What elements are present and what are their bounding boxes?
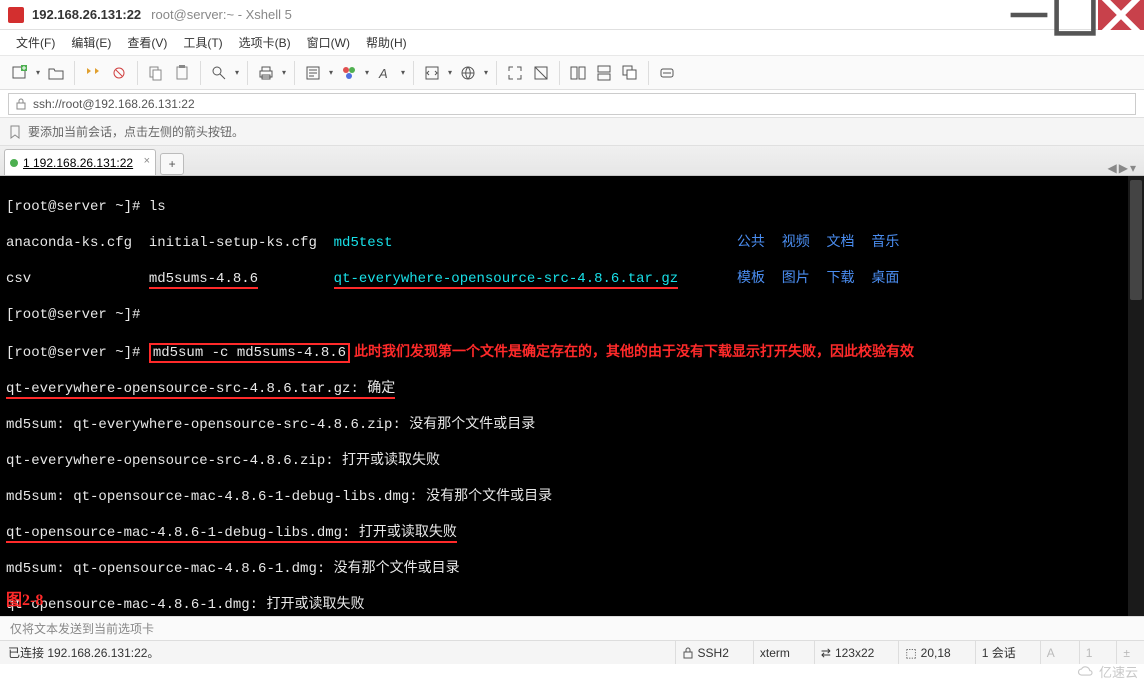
minimize-button[interactable] [1006, 0, 1052, 30]
open-icon[interactable] [44, 61, 68, 85]
status-size: ⇄ 123x22 [814, 641, 880, 664]
title-bar: 192.168.26.131:22 root@server:~ - Xshell… [0, 0, 1144, 30]
script-dropdown[interactable]: ▾ [446, 68, 454, 77]
menu-tabs[interactable]: 选项卡(B) [231, 30, 299, 55]
cascade-icon[interactable] [618, 61, 642, 85]
tab-label: 1 192.168.26.131:22 [23, 156, 133, 170]
lock-icon [15, 98, 27, 110]
scrollbar-vertical[interactable] [1128, 176, 1144, 616]
search-icon[interactable] [207, 61, 231, 85]
address-input[interactable]: ssh://root@192.168.26.131:22 [8, 93, 1136, 115]
cloud-icon [1077, 666, 1095, 678]
print-icon[interactable] [254, 61, 278, 85]
title-ip: 192.168.26.131:22 [32, 7, 141, 22]
tab-add-button[interactable]: + [160, 153, 184, 175]
title-sub: root@server:~ - Xshell 5 [151, 7, 292, 22]
properties-icon[interactable] [301, 61, 325, 85]
tab-next-icon[interactable]: ▶ [1119, 161, 1128, 175]
search-dropdown[interactable]: ▾ [233, 68, 241, 77]
font-icon[interactable]: A [373, 61, 397, 85]
status-num: 1 [1079, 641, 1099, 664]
properties-dropdown[interactable]: ▾ [327, 68, 335, 77]
encoding-icon[interactable] [456, 61, 480, 85]
encoding-dropdown[interactable]: ▾ [482, 68, 490, 77]
watermark: 亿速云 [1077, 662, 1138, 681]
send-strip: 仅将文本发送到当前选项卡 [0, 616, 1144, 640]
menu-help[interactable]: 帮助(H) [358, 30, 415, 55]
tab-list-icon[interactable]: ▾ [1130, 161, 1136, 175]
bookmark-icon[interactable] [8, 125, 22, 139]
print-dropdown[interactable]: ▾ [280, 68, 288, 77]
hint-bar: 要添加当前会话，点击左侧的箭头按钮。 [0, 118, 1144, 146]
tab-strip: 1 192.168.26.131:22 × + ◀ ▶ ▾ [0, 146, 1144, 176]
tile-v-icon[interactable] [592, 61, 616, 85]
app-icon [8, 7, 24, 23]
copy-icon[interactable] [144, 61, 168, 85]
script-icon[interactable] [420, 61, 444, 85]
menu-edit[interactable]: 编辑(E) [63, 30, 119, 55]
address-bar: ssh://root@192.168.26.131:22 [0, 90, 1144, 118]
status-connection: 已连接 192.168.26.131:22。 [8, 644, 657, 661]
paste-icon[interactable] [170, 61, 194, 85]
toolbar: ▾ ▾ ▾ ▾ ▾ A ▾ ▾ ▾ [0, 56, 1144, 90]
tab-prev-icon[interactable]: ◀ [1108, 161, 1117, 175]
reconnect-icon[interactable] [81, 61, 105, 85]
status-term: xterm [753, 641, 796, 664]
status-caps: A [1040, 641, 1061, 664]
scrollbar-thumb[interactable] [1130, 180, 1142, 300]
status-sessions: 1 会话 [975, 641, 1022, 664]
close-button[interactable] [1098, 0, 1144, 30]
tab-close-icon[interactable]: × [144, 155, 150, 167]
menu-tools[interactable]: 工具(T) [175, 30, 230, 55]
hint-text: 要添加当前会话，点击左侧的箭头按钮。 [28, 123, 244, 140]
session-tab[interactable]: 1 192.168.26.131:22 × [4, 149, 156, 175]
tab-status-dot [10, 159, 18, 167]
color-icon[interactable] [337, 61, 361, 85]
lock-icon [682, 647, 694, 659]
status-bar: 已连接 192.168.26.131:22。 SSH2 xterm ⇄ 123x… [0, 640, 1144, 664]
tile-h-icon[interactable] [566, 61, 590, 85]
menu-file[interactable]: 文件(F) [8, 30, 63, 55]
send-text: 仅将文本发送到当前选项卡 [10, 620, 154, 637]
fullscreen-icon[interactable] [503, 61, 527, 85]
terminal[interactable]: [root@server ~]# ls anaconda-ks.cfg init… [0, 176, 1144, 616]
transparent-icon[interactable] [529, 61, 553, 85]
font-dropdown[interactable]: ▾ [399, 68, 407, 77]
figure-label: 图2-8 [6, 592, 43, 610]
compose-icon[interactable] [655, 61, 679, 85]
status-scroll: ± [1116, 641, 1136, 664]
color-dropdown[interactable]: ▾ [363, 68, 371, 77]
new-session-dropdown[interactable]: ▾ [34, 68, 42, 77]
address-text: ssh://root@192.168.26.131:22 [33, 97, 195, 111]
maximize-button[interactable] [1052, 0, 1098, 30]
menu-bar: 文件(F) 编辑(E) 查看(V) 工具(T) 选项卡(B) 窗口(W) 帮助(… [0, 30, 1144, 56]
menu-view[interactable]: 查看(V) [119, 30, 175, 55]
disconnect-icon[interactable] [107, 61, 131, 85]
svg-text:A: A [378, 66, 388, 81]
menu-window[interactable]: 窗口(W) [299, 30, 358, 55]
status-pos: ⬚ 20,18 [898, 641, 956, 664]
status-protocol: SSH2 [675, 641, 735, 664]
new-session-icon[interactable] [8, 61, 32, 85]
